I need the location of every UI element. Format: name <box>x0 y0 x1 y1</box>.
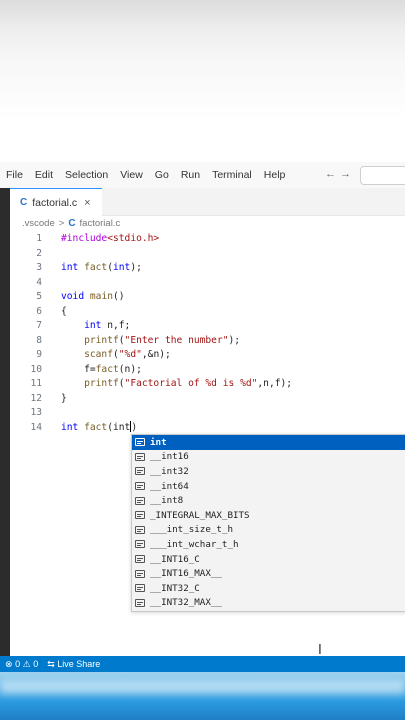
keyword-icon <box>135 598 145 607</box>
suggestion-item[interactable]: __int16 <box>132 450 405 465</box>
line-number: 11 <box>30 378 42 389</box>
suggestion-item[interactable]: int <box>132 435 405 450</box>
code-text[interactable]: #include<stdio.h> <box>61 232 159 247</box>
line-number: 7 <box>36 320 42 331</box>
suggestion-widget: int __int16 __int32 __int64 __int8 _INTEGRAL_… <box>131 434 405 612</box>
line-number: 4 <box>36 276 42 288</box>
breadcrumb: .vscode > C factorial.c <box>22 218 120 229</box>
editor-tab-bar: C factorial.c × <box>10 188 405 216</box>
menu-edit[interactable]: Edit <box>29 169 59 181</box>
menu-run[interactable]: Run <box>175 169 206 181</box>
suggestion-item[interactable]: _INTEGRAL_MAX_BITS <box>132 508 405 523</box>
c-file-icon: C <box>20 197 28 208</box>
keyword-icon <box>135 452 145 461</box>
chevron-right-icon: > <box>58 218 65 229</box>
suggestion-label: ___int_wchar_t_h <box>150 538 239 550</box>
code-text[interactable]: } <box>61 392 67 407</box>
line-number: 5 <box>36 291 42 302</box>
code-text[interactable]: void main() <box>61 290 125 305</box>
line-number: 9 <box>36 349 42 360</box>
back-arrow-icon[interactable]: ← <box>325 168 340 180</box>
menu-bar: File Edit Selection View Go Run Terminal… <box>0 162 405 189</box>
suggestion-label: ___int_size_t_h <box>150 524 233 536</box>
line-number: 6 <box>36 305 42 317</box>
line-number: 8 <box>36 334 42 346</box>
close-icon[interactable]: × <box>84 197 90 209</box>
menu-terminal[interactable]: Terminal <box>206 169 258 181</box>
blurred-bottom-area <box>0 672 405 720</box>
keyword-icon <box>135 482 145 491</box>
line-number: 2 <box>36 247 42 259</box>
line-number: 12 <box>30 392 42 404</box>
line-number: 10 <box>30 363 42 375</box>
menu-view[interactable]: View <box>114 169 149 181</box>
code-text[interactable]: printf("Factorial of %d is %d",n,f); <box>61 377 292 392</box>
line-number: 1 <box>36 233 42 244</box>
blurred-top-area <box>0 0 405 162</box>
code-text[interactable]: int n,f; <box>61 319 130 334</box>
suggestion-item[interactable]: __int8 <box>132 493 405 508</box>
code-text[interactable]: int fact(int); <box>61 261 142 276</box>
suggestion-item[interactable]: __int64 <box>132 479 405 494</box>
live-share-icon: ⇆ <box>47 658 55 669</box>
suggestion-label: __int16 <box>150 451 189 463</box>
code-text[interactable]: { <box>61 305 67 320</box>
activity-bar <box>0 188 10 656</box>
warning-count: 0 <box>33 659 39 669</box>
keyword-icon <box>135 584 145 593</box>
code-text[interactable]: f=fact(n); <box>61 363 142 378</box>
keyword-icon <box>135 438 145 447</box>
keyword-icon <box>135 525 145 534</box>
suggestion-label: __INT16_C <box>150 553 200 565</box>
c-file-icon: C <box>68 218 76 229</box>
suggestion-label: __INT32_C <box>150 582 200 594</box>
error-icon: ⊗ <box>5 658 13 669</box>
suggestion-label: __INT16_MAX__ <box>150 568 222 580</box>
keyword-icon <box>135 467 145 476</box>
suggestion-item[interactable]: __INT32_MAX__ <box>132 596 405 611</box>
suggestion-item[interactable]: __INT16_MAX__ <box>132 566 405 581</box>
breadcrumb-folder[interactable]: .vscode <box>22 218 55 229</box>
suggestion-label: __INT32_MAX__ <box>150 597 222 609</box>
status-bar: ⊗ 0 ⚠ 0 ⇆ Live Share <box>0 656 405 672</box>
tab-factorial-c[interactable]: C factorial.c × <box>10 188 102 216</box>
problems-indicator[interactable]: ⊗ 0 ⚠ 0 <box>5 659 38 670</box>
line-number: 13 <box>30 407 42 418</box>
keyword-icon <box>135 540 145 549</box>
keyword-icon <box>135 555 145 564</box>
tab-label: factorial.c <box>32 196 78 209</box>
menu-selection[interactable]: Selection <box>59 169 114 181</box>
error-count: 0 <box>15 659 21 669</box>
suggestion-item[interactable]: __INT16_C <box>132 552 405 567</box>
suggestion-item[interactable]: __int32 <box>132 464 405 479</box>
keyword-icon <box>135 511 145 520</box>
line-number: 14 <box>30 421 42 433</box>
forward-arrow-icon[interactable]: → <box>340 168 355 180</box>
nav-arrows: ←→ <box>325 168 355 180</box>
suggestion-item[interactable]: ___int_wchar_t_h <box>132 537 405 552</box>
suggestion-label: __int64 <box>150 480 189 492</box>
suggestion-label: int <box>150 436 167 448</box>
command-center-search[interactable] <box>360 166 405 185</box>
keyword-icon <box>135 496 145 505</box>
live-share-label: Live Share <box>57 659 101 669</box>
live-share-button[interactable]: ⇆ Live Share <box>47 659 100 670</box>
suggestion-label: __int8 <box>150 495 184 507</box>
warning-icon: ⚠ <box>22 658 31 669</box>
code-text[interactable]: int fact(int) <box>61 421 137 436</box>
suggestion-item[interactable]: ___int_size_t_h <box>132 523 405 538</box>
keyword-icon <box>135 569 145 578</box>
line-number: 3 <box>36 262 42 273</box>
suggestion-label: _INTEGRAL_MAX_BITS <box>150 509 250 521</box>
menu-help[interactable]: Help <box>258 169 292 181</box>
breadcrumb-file[interactable]: factorial.c <box>80 218 121 229</box>
menu-file[interactable]: File <box>0 169 29 181</box>
suggestion-item[interactable]: __INT32_C <box>132 581 405 596</box>
suggestion-label: __int32 <box>150 465 189 477</box>
code-text[interactable]: printf("Enter the number"); <box>61 334 240 349</box>
menu-go[interactable]: Go <box>149 169 175 181</box>
code-text[interactable]: scanf("%d",&n); <box>61 348 171 363</box>
